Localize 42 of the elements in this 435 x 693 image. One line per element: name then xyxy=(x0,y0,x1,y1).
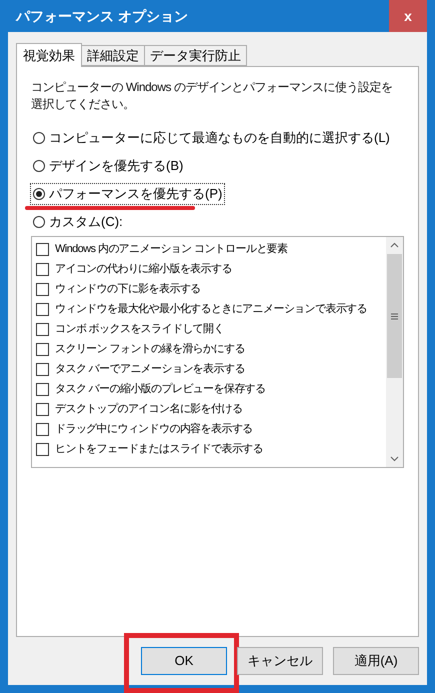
effect-option[interactable]: Windows 内のアニメーション コントロールと要素 xyxy=(36,239,386,259)
radio-button[interactable] xyxy=(33,216,45,228)
effect-option[interactable]: スクリーン フォントの縁を滑らかにする xyxy=(36,339,386,359)
checkbox[interactable] xyxy=(36,322,49,336)
radio-option[interactable]: デザインを優先する(B) xyxy=(31,156,186,176)
dialog-button[interactable]: OK xyxy=(141,647,227,675)
effect-option[interactable]: ヒントをフェードまたはスライドで表示する xyxy=(36,439,386,459)
effect-option[interactable]: タスク バーの縮小版のプレビューを保存する xyxy=(36,379,386,399)
radio-button[interactable] xyxy=(33,132,45,144)
effect-option[interactable]: デスクトップのアイコン名に影を付ける xyxy=(36,399,386,419)
checkbox[interactable] xyxy=(36,302,49,316)
tab[interactable]: 視覚効果 xyxy=(16,43,82,67)
tab[interactable]: 詳細設定 xyxy=(82,45,145,66)
close-button[interactable]: x xyxy=(389,0,427,32)
radio-option[interactable]: パフォーマンスを優先する(P) xyxy=(31,184,224,204)
radio-option[interactable]: カスタム(C): xyxy=(31,212,125,232)
effect-option[interactable]: ウィンドウの下に影を表示する xyxy=(36,279,386,299)
scrollbar[interactable] xyxy=(386,237,403,467)
effect-option[interactable]: ドラッグ中にウィンドウの内容を表示する xyxy=(36,419,386,439)
scroll-thumb[interactable] xyxy=(387,254,402,378)
checkbox[interactable] xyxy=(36,362,49,376)
effect-option[interactable]: コンボ ボックスをスライドして開く xyxy=(36,319,386,339)
checkbox[interactable] xyxy=(36,442,49,456)
tab[interactable]: データ実行防止 xyxy=(145,45,247,66)
grip-icon xyxy=(391,312,398,320)
checkbox[interactable] xyxy=(36,282,49,296)
radio-option[interactable]: コンピューターに応じて最適なものを自動的に選択する(L) xyxy=(31,128,392,148)
checkbox[interactable] xyxy=(36,382,49,396)
description: コンピューターの Windows のデザインとパフォーマンスに使う設定を選択してください。 xyxy=(31,79,394,113)
checkbox[interactable] xyxy=(36,422,49,436)
effect-option[interactable]: アイコンの代わりに縮小版を表示する xyxy=(36,259,386,279)
window-title: パフォーマンス オプション xyxy=(16,6,188,26)
effect-option[interactable]: ウィンドウを最大化や最小化するときにアニメーションで表示する xyxy=(36,299,386,319)
dialog-button[interactable]: キャンセル xyxy=(237,647,323,675)
radio-button[interactable] xyxy=(33,188,45,200)
checkbox[interactable] xyxy=(36,242,49,256)
checkbox[interactable] xyxy=(36,402,49,416)
radio-button[interactable] xyxy=(33,160,45,172)
checkbox[interactable] xyxy=(36,342,49,356)
effect-option[interactable]: タスク バーでアニメーションを表示する xyxy=(36,359,386,379)
dialog-button[interactable]: 適用(A) xyxy=(333,647,419,675)
checkbox[interactable] xyxy=(36,262,49,276)
